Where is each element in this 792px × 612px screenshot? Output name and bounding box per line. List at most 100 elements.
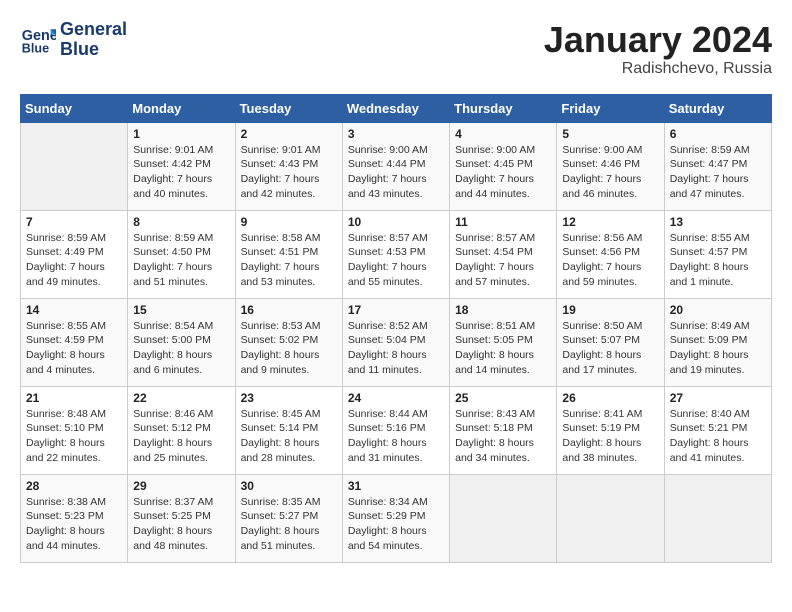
logo-general: General (60, 20, 127, 40)
day-detail: Sunrise: 9:00 AM Sunset: 4:44 PM Dayligh… (348, 143, 444, 202)
day-number: 19 (562, 303, 658, 317)
header-saturday: Saturday (664, 94, 771, 122)
day-detail: Sunrise: 9:00 AM Sunset: 4:46 PM Dayligh… (562, 143, 658, 202)
day-cell: 16 Sunrise: 8:53 AM Sunset: 5:02 PM Dayli… (235, 298, 342, 386)
day-cell: 9Sunrise: 8:58 AM Sunset: 4:51 PM Daylig… (235, 210, 342, 298)
day-number: 31 (348, 479, 444, 493)
day-number: 26 (562, 391, 658, 405)
day-detail: Sunrise: 8:59 AM Sunset: 4:47 PM Dayligh… (670, 143, 766, 202)
week-row-3: 14 Sunrise: 8:55 AM Sunset: 4:59 PM Dayli… (21, 298, 772, 386)
day-detail: Sunrise: 9:01 AM Sunset: 4:42 PM Dayligh… (133, 143, 229, 202)
day-detail: Sunrise: 8:49 AM Sunset: 5:09 PM Dayligh… (670, 319, 766, 378)
day-detail: Sunrise: 8:54 AM Sunset: 5:00 PM Dayligh… (133, 319, 229, 378)
day-number: 7 (26, 215, 122, 229)
day-cell: 18Sunrise: 8:51 AM Sunset: 5:05 PM Dayli… (450, 298, 557, 386)
day-cell: 29 Sunrise: 8:37 AM Sunset: 5:25 PM Dayli… (128, 474, 235, 562)
day-number: 15 (133, 303, 229, 317)
day-cell: 12Sunrise: 8:56 AM Sunset: 4:56 PM Dayli… (557, 210, 664, 298)
location: Radishchevo, Russia (544, 60, 772, 78)
header-monday: Monday (128, 94, 235, 122)
header-thursday: Thursday (450, 94, 557, 122)
week-row-4: 21Sunrise: 8:48 AM Sunset: 5:10 PM Dayli… (21, 386, 772, 474)
logo-icon: General Blue (20, 22, 56, 58)
day-number: 14 (26, 303, 122, 317)
day-number: 10 (348, 215, 444, 229)
day-cell: 5Sunrise: 9:00 AM Sunset: 4:46 PM Daylig… (557, 122, 664, 210)
day-cell: 24 Sunrise: 8:44 AM Sunset: 5:16 PM Dayli… (342, 386, 449, 474)
day-detail: Sunrise: 8:55 AM Sunset: 4:57 PM Dayligh… (670, 231, 766, 290)
day-detail: Sunrise: 8:40 AM Sunset: 5:21 PM Dayligh… (670, 407, 766, 466)
day-cell: 13 Sunrise: 8:55 AM Sunset: 4:57 PM Dayli… (664, 210, 771, 298)
day-cell: 14 Sunrise: 8:55 AM Sunset: 4:59 PM Dayli… (21, 298, 128, 386)
day-cell (557, 474, 664, 562)
day-number: 23 (241, 391, 337, 405)
day-number: 24 (348, 391, 444, 405)
day-number: 4 (455, 127, 551, 141)
day-cell: 21Sunrise: 8:48 AM Sunset: 5:10 PM Dayli… (21, 386, 128, 474)
day-detail: Sunrise: 8:48 AM Sunset: 5:10 PM Dayligh… (26, 407, 122, 466)
day-number: 13 (670, 215, 766, 229)
day-cell: 4 Sunrise: 9:00 AM Sunset: 4:45 PM Daylig… (450, 122, 557, 210)
day-number: 20 (670, 303, 766, 317)
week-row-2: 7 Sunrise: 8:59 AM Sunset: 4:49 PM Daylig… (21, 210, 772, 298)
day-detail: Sunrise: 8:46 AM Sunset: 5:12 PM Dayligh… (133, 407, 229, 466)
day-cell: 20 Sunrise: 8:49 AM Sunset: 5:09 PM Dayli… (664, 298, 771, 386)
day-detail: Sunrise: 9:01 AM Sunset: 4:43 PM Dayligh… (241, 143, 337, 202)
day-number: 25 (455, 391, 551, 405)
calendar-table: SundayMondayTuesdayWednesdayThursdayFrid… (20, 94, 772, 563)
logo-blue: Blue (60, 40, 127, 60)
day-detail: Sunrise: 8:57 AM Sunset: 4:53 PM Dayligh… (348, 231, 444, 290)
day-number: 22 (133, 391, 229, 405)
day-cell: 26 Sunrise: 8:41 AM Sunset: 5:19 PM Dayli… (557, 386, 664, 474)
day-cell: 17 Sunrise: 8:52 AM Sunset: 5:04 PM Dayli… (342, 298, 449, 386)
page-header: General Blue General Blue January 2024 R… (20, 20, 772, 78)
day-cell (664, 474, 771, 562)
day-detail: Sunrise: 8:59 AM Sunset: 4:49 PM Dayligh… (26, 231, 122, 290)
svg-text:Blue: Blue (22, 41, 49, 55)
day-detail: Sunrise: 8:59 AM Sunset: 4:50 PM Dayligh… (133, 231, 229, 290)
day-detail: Sunrise: 8:51 AM Sunset: 5:05 PM Dayligh… (455, 319, 551, 378)
day-detail: Sunrise: 8:44 AM Sunset: 5:16 PM Dayligh… (348, 407, 444, 466)
day-detail: Sunrise: 8:37 AM Sunset: 5:25 PM Dayligh… (133, 495, 229, 554)
day-detail: Sunrise: 8:41 AM Sunset: 5:19 PM Dayligh… (562, 407, 658, 466)
day-number: 1 (133, 127, 229, 141)
header-tuesday: Tuesday (235, 94, 342, 122)
day-cell: 7 Sunrise: 8:59 AM Sunset: 4:49 PM Daylig… (21, 210, 128, 298)
day-detail: Sunrise: 8:35 AM Sunset: 5:27 PM Dayligh… (241, 495, 337, 554)
day-detail: Sunrise: 8:53 AM Sunset: 5:02 PM Dayligh… (241, 319, 337, 378)
day-cell (21, 122, 128, 210)
day-detail: Sunrise: 8:38 AM Sunset: 5:23 PM Dayligh… (26, 495, 122, 554)
day-number: 2 (241, 127, 337, 141)
day-cell: 10 Sunrise: 8:57 AM Sunset: 4:53 PM Dayli… (342, 210, 449, 298)
day-cell: 30Sunrise: 8:35 AM Sunset: 5:27 PM Dayli… (235, 474, 342, 562)
day-detail: Sunrise: 8:34 AM Sunset: 5:29 PM Dayligh… (348, 495, 444, 554)
day-cell: 27 Sunrise: 8:40 AM Sunset: 5:21 PM Dayli… (664, 386, 771, 474)
day-number: 17 (348, 303, 444, 317)
day-cell: 25Sunrise: 8:43 AM Sunset: 5:18 PM Dayli… (450, 386, 557, 474)
day-cell (450, 474, 557, 562)
day-detail: Sunrise: 8:55 AM Sunset: 4:59 PM Dayligh… (26, 319, 122, 378)
day-cell: 15 Sunrise: 8:54 AM Sunset: 5:00 PM Dayli… (128, 298, 235, 386)
logo: General Blue General Blue (20, 20, 127, 60)
day-detail: Sunrise: 8:50 AM Sunset: 5:07 PM Dayligh… (562, 319, 658, 378)
day-cell: 11Sunrise: 8:57 AM Sunset: 4:54 PM Dayli… (450, 210, 557, 298)
day-number: 11 (455, 215, 551, 229)
day-number: 9 (241, 215, 337, 229)
day-cell: 28Sunrise: 8:38 AM Sunset: 5:23 PM Dayli… (21, 474, 128, 562)
day-cell: 22 Sunrise: 8:46 AM Sunset: 5:12 PM Dayli… (128, 386, 235, 474)
day-number: 12 (562, 215, 658, 229)
calendar-header-row: SundayMondayTuesdayWednesdayThursdayFrid… (21, 94, 772, 122)
week-row-1: 1 Sunrise: 9:01 AM Sunset: 4:42 PM Daylig… (21, 122, 772, 210)
day-detail: Sunrise: 8:52 AM Sunset: 5:04 PM Dayligh… (348, 319, 444, 378)
day-detail: Sunrise: 9:00 AM Sunset: 4:45 PM Dayligh… (455, 143, 551, 202)
month-title: January 2024 (544, 20, 772, 60)
header-sunday: Sunday (21, 94, 128, 122)
day-cell: 31 Sunrise: 8:34 AM Sunset: 5:29 PM Dayli… (342, 474, 449, 562)
day-cell: 8Sunrise: 8:59 AM Sunset: 4:50 PM Daylig… (128, 210, 235, 298)
day-cell: 6Sunrise: 8:59 AM Sunset: 4:47 PM Daylig… (664, 122, 771, 210)
day-detail: Sunrise: 8:45 AM Sunset: 5:14 PM Dayligh… (241, 407, 337, 466)
day-number: 29 (133, 479, 229, 493)
day-cell: 3Sunrise: 9:00 AM Sunset: 4:44 PM Daylig… (342, 122, 449, 210)
day-number: 27 (670, 391, 766, 405)
day-number: 16 (241, 303, 337, 317)
